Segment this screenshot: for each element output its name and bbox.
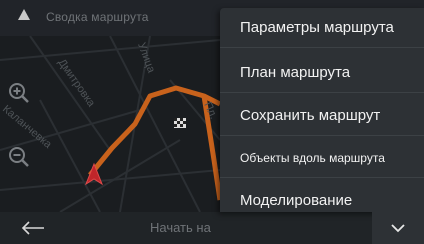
- collapse-menu-button[interactable]: [372, 212, 424, 244]
- menu-item-objects-along-route[interactable]: Объекты вдоль маршрута: [220, 138, 424, 178]
- destination-flag-icon: [174, 118, 186, 128]
- menu-item-route-plan[interactable]: План маршрута: [220, 53, 424, 93]
- start-navigation-button[interactable]: Начать на: [150, 220, 211, 235]
- zoom-in-icon[interactable]: [6, 80, 32, 106]
- menu-item-route-settings[interactable]: Параметры маршрута: [220, 8, 424, 48]
- menu-item-save-route[interactable]: Сохранить маршрут: [220, 96, 424, 136]
- chevron-down-icon: [391, 224, 405, 233]
- route-options-menu: Параметры маршрута План маршрута Сохрани…: [220, 8, 424, 212]
- zoom-out-icon[interactable]: [6, 144, 32, 170]
- page-title: Сводка маршрута: [46, 10, 149, 24]
- back-arrow-icon[interactable]: [20, 220, 46, 236]
- triangle-up-icon[interactable]: [17, 8, 31, 22]
- navigation-screen: Дмитровка Улица Каланчевка Пл. Сводка ма…: [0, 0, 424, 244]
